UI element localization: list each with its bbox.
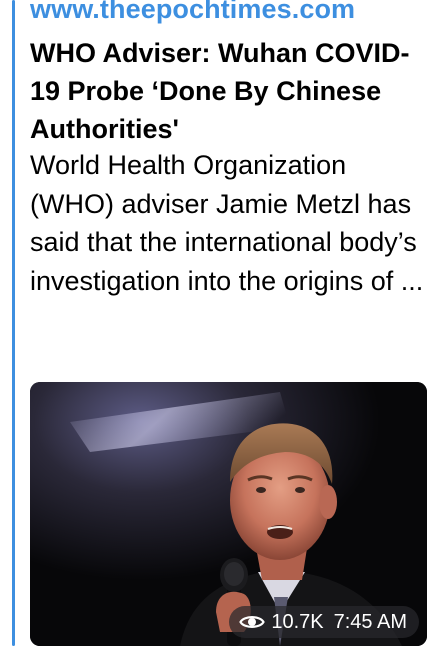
link-preview-accent-bar [12, 0, 15, 646]
article-description: World Health Organization (WHO) adviser … [30, 150, 424, 296]
view-count: 10.7K [271, 610, 324, 633]
site-link[interactable]: www.theepochtimes.com [30, 0, 355, 25]
eye-icon [239, 616, 266, 628]
message-time: 7:45 AM [333, 610, 407, 633]
article-title[interactable]: WHO Adviser: Wuhan COVID-19 Probe ‘Done … [30, 34, 435, 148]
message-bubble: www.theepochtimes.com WHO Adviser: Wuhan… [0, 0, 440, 654]
preview-image[interactable]: 10.7K 7:45 AM [30, 382, 427, 646]
views-time-badge: 10.7K 7:45 AM [229, 606, 419, 638]
